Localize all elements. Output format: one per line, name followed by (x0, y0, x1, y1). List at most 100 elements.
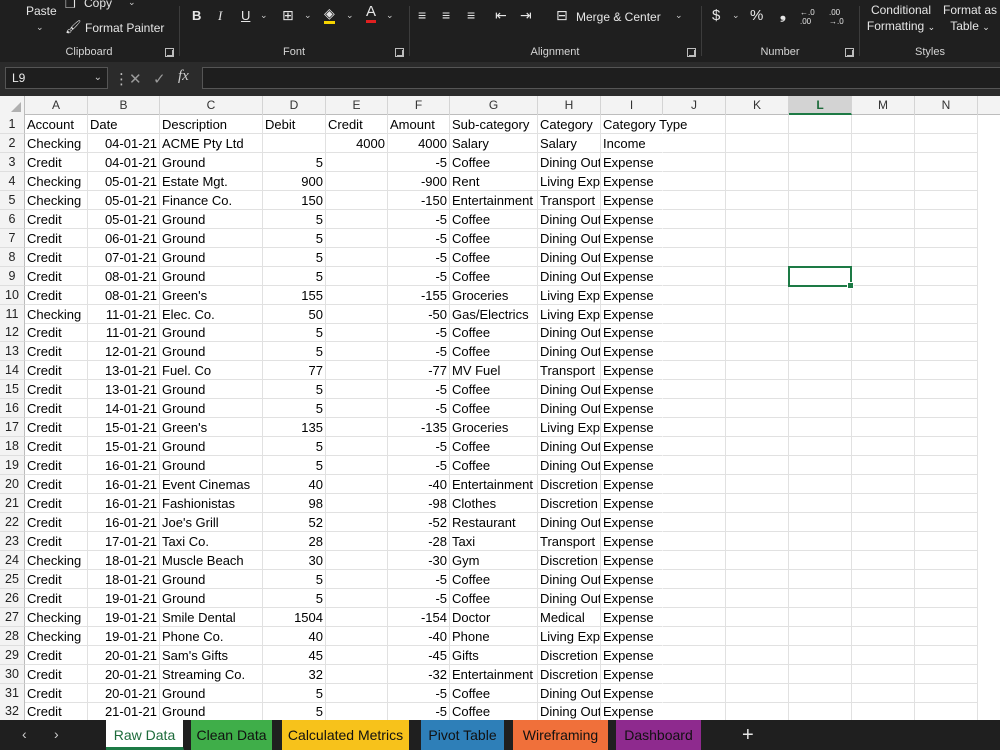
cell-n-26[interactable] (915, 588, 978, 608)
cell-c-21[interactable]: Fashionistas (160, 494, 263, 513)
cell-l-22[interactable] (789, 512, 852, 532)
increase-indent-icon[interactable]: ⇥ (520, 7, 532, 23)
cell-i-7[interactable]: Expense (601, 229, 663, 248)
cell-f-26[interactable]: -5 (388, 588, 450, 608)
cell-e-9[interactable] (326, 266, 388, 286)
cell-n-20[interactable] (915, 475, 978, 495)
cell-d-3[interactable]: 5 (263, 152, 326, 172)
cell-f-15[interactable]: -5 (388, 380, 450, 400)
cell-a-6[interactable]: Credit (25, 209, 88, 229)
cell-k-17[interactable] (726, 418, 789, 438)
cell-d-2[interactable] (263, 133, 326, 153)
cell-a-2[interactable]: Checking (25, 133, 88, 153)
borders-icon[interactable]: ⊞ (282, 7, 294, 23)
cell-c-17[interactable]: Green's (160, 418, 263, 438)
cell-h-9[interactable]: Dining Out (538, 266, 601, 286)
cell-g-27[interactable]: Doctor (450, 607, 538, 627)
cell-f-21[interactable]: -98 (388, 494, 450, 513)
cell-m-1[interactable] (852, 115, 915, 134)
cell-i-10[interactable]: Expense (601, 286, 663, 305)
cell-l-11[interactable] (789, 304, 852, 324)
cell-m-19[interactable] (852, 456, 915, 476)
cell-c-31[interactable]: Ground (160, 683, 263, 703)
cell-a-26[interactable]: Credit (25, 588, 88, 608)
cell-g-12[interactable]: Coffee (450, 323, 538, 343)
font-launcher-icon[interactable] (395, 48, 404, 57)
cell-c-15[interactable]: Ground (160, 380, 263, 400)
cell-m-12[interactable] (852, 323, 915, 343)
cell-l-19[interactable] (789, 456, 852, 476)
cell-b-17[interactable]: 15-01-21 (88, 418, 160, 438)
cell-k-14[interactable] (726, 361, 789, 381)
cell-j-23[interactable] (663, 531, 726, 551)
cell-n-10[interactable] (915, 285, 978, 305)
cell-e-10[interactable] (326, 285, 388, 305)
select-all-button[interactable] (0, 96, 25, 115)
cell-m-13[interactable] (852, 342, 915, 362)
fill-color-dropdown-icon[interactable]: ⌄ (346, 10, 354, 21)
cell-h-17[interactable]: Living Expe (538, 418, 601, 438)
cell-l-25[interactable] (789, 569, 852, 589)
cell-i-26[interactable]: Expense (601, 589, 663, 608)
cell-a-16[interactable]: Credit (25, 399, 88, 419)
column-header-m[interactable]: M (852, 96, 915, 115)
decrease-indent-icon[interactable]: ⇤ (495, 7, 507, 23)
number-launcher-icon[interactable] (845, 48, 854, 57)
cell-m-3[interactable] (852, 152, 915, 172)
sheet-tab-raw-data[interactable]: Raw Data (106, 720, 184, 750)
cell-k-16[interactable] (726, 399, 789, 419)
cell-b-1[interactable]: Date (88, 115, 160, 134)
cell-l-1[interactable] (789, 115, 852, 134)
cell-j-2[interactable] (663, 133, 726, 153)
cell-d-26[interactable]: 5 (263, 588, 326, 608)
cell-c-30[interactable]: Streaming Co. (160, 664, 263, 684)
cell-a-22[interactable]: Credit (25, 512, 88, 532)
cell-d-31[interactable]: 5 (263, 683, 326, 703)
cell-f-2[interactable]: 4000 (388, 133, 450, 153)
cell-n-8[interactable] (915, 247, 978, 267)
cell-m-10[interactable] (852, 285, 915, 305)
cell-i-4[interactable]: Expense (601, 172, 663, 191)
merge-center-button[interactable]: Merge & Center (576, 10, 661, 24)
cell-m-11[interactable] (852, 304, 915, 324)
name-box[interactable]: L9 ⌄ (5, 67, 108, 89)
cell-d-16[interactable]: 5 (263, 399, 326, 419)
borders-dropdown-icon[interactable]: ⌄ (304, 10, 312, 21)
cell-c-26[interactable]: Ground (160, 588, 263, 608)
cell-e-18[interactable] (326, 437, 388, 457)
cell-a-27[interactable]: Checking (25, 607, 88, 627)
row-header[interactable]: 20 (0, 475, 25, 495)
cell-m-21[interactable] (852, 494, 915, 513)
cell-g-14[interactable]: MV Fuel (450, 361, 538, 381)
cell-g-25[interactable]: Coffee (450, 569, 538, 589)
cell-g-28[interactable]: Phone (450, 626, 538, 646)
cell-k-1[interactable] (726, 115, 789, 134)
cell-a-31[interactable]: Credit (25, 683, 88, 703)
cell-g-13[interactable]: Coffee (450, 342, 538, 362)
cell-h-29[interactable]: Discretion (538, 645, 601, 665)
cell-d-30[interactable]: 32 (263, 664, 326, 684)
cell-c-4[interactable]: Estate Mgt. (160, 171, 263, 191)
cell-a-3[interactable]: Credit (25, 152, 88, 172)
cell-j-15[interactable] (663, 380, 726, 400)
cell-h-15[interactable]: Dining Out (538, 380, 601, 400)
copy-dropdown-icon[interactable]: ⌄ (128, 0, 136, 8)
cell-l-5[interactable] (789, 190, 852, 210)
cell-k-26[interactable] (726, 588, 789, 608)
cell-b-10[interactable]: 08-01-21 (88, 285, 160, 305)
cell-b-13[interactable]: 12-01-21 (88, 342, 160, 362)
cell-n-21[interactable] (915, 494, 978, 513)
column-header-k[interactable]: K (726, 96, 789, 115)
cell-b-23[interactable]: 17-01-21 (88, 531, 160, 551)
format-as-table-button[interactable]: Format as Table ⌄ (940, 2, 1000, 35)
align-left-icon[interactable]: ≡ (418, 7, 426, 23)
cell-e-29[interactable] (326, 645, 388, 665)
underline-dropdown-icon[interactable]: ⌄ (260, 10, 268, 21)
cell-l-16[interactable] (789, 399, 852, 419)
cell-e-28[interactable] (326, 626, 388, 646)
cell-f-3[interactable]: -5 (388, 152, 450, 172)
cell-f-18[interactable]: -5 (388, 437, 450, 457)
cell-c-29[interactable]: Sam's Gifts (160, 645, 263, 665)
cell-c-8[interactable]: Ground (160, 247, 263, 267)
cell-l-3[interactable] (789, 152, 852, 172)
